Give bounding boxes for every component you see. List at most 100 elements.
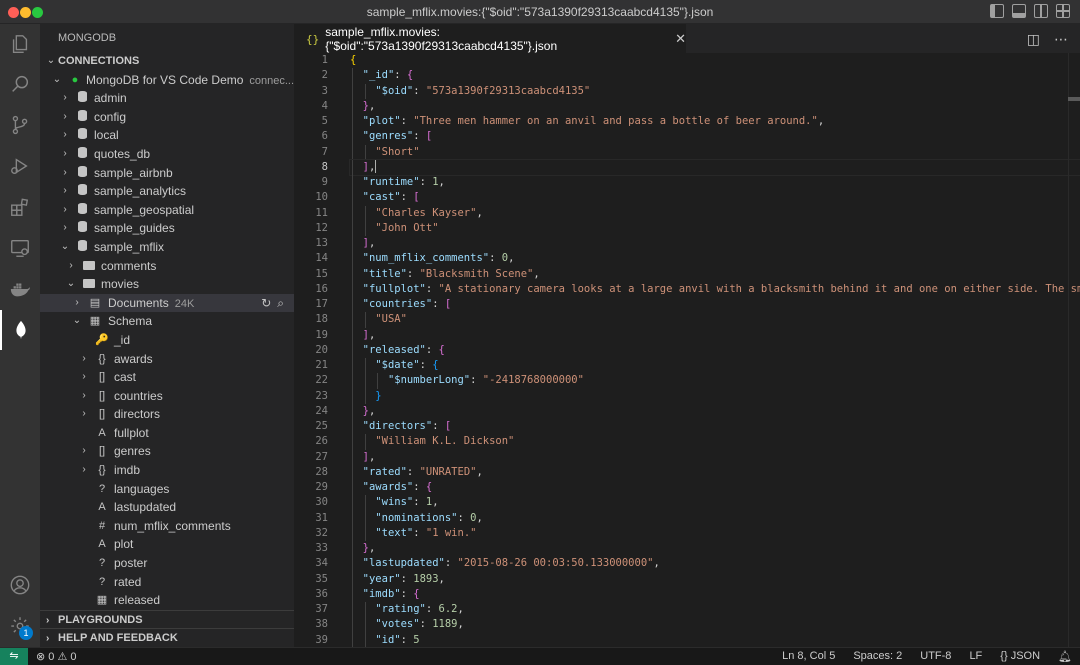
remote-indicator-icon[interactable]: ⇋ xyxy=(0,648,28,665)
code-line[interactable]: "$date": { xyxy=(350,358,1080,374)
connection-item[interactable]: ⌄ ● MongoDB for VS Code Demo connec... xyxy=(40,71,294,90)
schema-field-rated[interactable]: ? rated xyxy=(40,573,294,592)
code-line[interactable]: "plot": "Three men hammer on an anvil an… xyxy=(350,114,1080,130)
split-editor-icon[interactable]: ◫ xyxy=(1027,31,1040,48)
code-line[interactable]: ], xyxy=(350,236,1080,252)
editor-scrollbar[interactable] xyxy=(1068,53,1080,647)
schema-field-poster[interactable]: ? poster xyxy=(40,554,294,573)
toggle-panel-icon[interactable] xyxy=(1012,4,1026,18)
schema-field-directors[interactable]: › [] directors xyxy=(40,405,294,424)
more-actions-icon[interactable]: ⋯ xyxy=(1054,31,1068,48)
code-line[interactable]: }, xyxy=(350,541,1080,557)
search-documents-icon[interactable]: ⌕ xyxy=(277,294,284,313)
collection-item-movies[interactable]: ⌄ movies xyxy=(40,275,294,294)
account-icon[interactable] xyxy=(0,565,40,605)
code-line[interactable]: "title": "Blacksmith Scene", xyxy=(350,266,1080,282)
mongodb-leaf-icon[interactable] xyxy=(0,310,40,350)
code-content[interactable]: { "_id": { "$oid": "573a1390f29313caabcd… xyxy=(349,53,1080,647)
toggle-sidebar-icon[interactable] xyxy=(990,4,1004,18)
code-line[interactable]: "id": 5 xyxy=(350,632,1080,647)
database-item-admin[interactable]: › admin xyxy=(40,89,294,108)
code-line[interactable]: "released": { xyxy=(350,342,1080,358)
playgrounds-section[interactable]: › PLAYGROUNDS xyxy=(40,610,294,629)
search-icon[interactable] xyxy=(0,64,40,104)
extensions-icon[interactable] xyxy=(0,187,40,227)
toggle-secondary-sidebar-icon[interactable] xyxy=(1034,4,1048,18)
code-line[interactable]: "cast": [ xyxy=(350,190,1080,206)
code-line[interactable]: "text": "1 win." xyxy=(350,525,1080,541)
tab-document-json[interactable]: {} sample_mflix.movies:{"$oid":"573a1390… xyxy=(294,24,686,53)
code-line[interactable]: "$numberLong": "-2418768000000" xyxy=(350,373,1080,389)
code-line[interactable]: } xyxy=(350,388,1080,404)
end-of-line[interactable]: LF xyxy=(969,650,982,663)
database-item-config[interactable]: › config xyxy=(40,108,294,127)
schema-field-_id[interactable]: 🔑 _id xyxy=(40,331,294,350)
indentation[interactable]: Spaces: 2 xyxy=(853,650,902,663)
database-item-sample_guides[interactable]: › sample_guides xyxy=(40,219,294,238)
connections-header[interactable]: ⌄ CONNECTIONS xyxy=(40,52,294,71)
code-line[interactable]: "Charles Kayser", xyxy=(350,205,1080,221)
run-debug-icon[interactable] xyxy=(0,146,40,186)
code-line[interactable]: "imdb": { xyxy=(350,586,1080,602)
schema-item[interactable]: ⌄ ▦ Schema xyxy=(40,312,294,331)
code-editor[interactable]: 1 2 3 4 5 6 7 8 9 10 11 12 13 14 15 16 17 18 19 20 21 22 23 24 2… xyxy=(294,53,1080,647)
source-control-icon[interactable] xyxy=(0,105,40,145)
code-line[interactable]: { xyxy=(350,53,1080,68)
schema-field-released[interactable]: ▦ released xyxy=(40,591,294,610)
code-line[interactable]: "directors": [ xyxy=(350,419,1080,435)
help-feedback-section[interactable]: › HELP AND FEEDBACK xyxy=(40,628,294,647)
code-line[interactable]: "runtime": 1, xyxy=(350,175,1080,191)
language-mode[interactable]: {} JSON xyxy=(1000,650,1040,663)
code-line[interactable]: "wins": 1, xyxy=(350,495,1080,511)
customize-layout-icon[interactable] xyxy=(1056,4,1070,18)
refresh-icon[interactable]: ↻ xyxy=(261,294,271,313)
code-line[interactable]: "rated": "UNRATED", xyxy=(350,464,1080,480)
code-line[interactable]: "fullplot": "A stationary camera looks a… xyxy=(350,281,1080,297)
schema-field-imdb[interactable]: › {} imdb xyxy=(40,461,294,480)
notifications-bell-icon[interactable]: 🔔︎ xyxy=(1058,650,1072,663)
code-line[interactable]: "$oid": "573a1390f29313caabcd4135" xyxy=(350,83,1080,99)
code-line[interactable]: "lastupdated": "2015-08-26 00:03:50.1330… xyxy=(350,556,1080,572)
code-line[interactable]: "_id": { xyxy=(350,68,1080,84)
database-item-quotes_db[interactable]: › quotes_db xyxy=(40,145,294,164)
code-line[interactable]: "num_mflix_comments": 0, xyxy=(350,251,1080,267)
code-line[interactable]: "countries": [ xyxy=(350,297,1080,313)
code-line[interactable]: "nominations": 0, xyxy=(350,510,1080,526)
database-item-sample_airbnb[interactable]: › sample_airbnb xyxy=(40,164,294,183)
schema-field-cast[interactable]: › [] cast xyxy=(40,368,294,387)
encoding[interactable]: UTF-8 xyxy=(920,650,951,663)
documents-item[interactable]: › ▤ Documents 24K ↻ ⌕ xyxy=(40,293,294,313)
code-line[interactable]: "year": 1893, xyxy=(350,571,1080,587)
docker-icon[interactable] xyxy=(0,269,40,309)
schema-field-genres[interactable]: › [] genres xyxy=(40,442,294,461)
database-item-sample_analytics[interactable]: › sample_analytics xyxy=(40,182,294,201)
schema-field-fullplot[interactable]: Afullplot xyxy=(40,424,294,443)
settings-gear-icon[interactable]: 1 xyxy=(0,606,40,646)
code-line[interactable]: "votes": 1189, xyxy=(350,617,1080,633)
schema-field-num_mflix_comments[interactable]: # num_mflix_comments xyxy=(40,517,294,536)
cursor-position[interactable]: Ln 8, Col 5 xyxy=(782,650,835,663)
code-line[interactable]: }, xyxy=(350,98,1080,114)
code-line[interactable]: "William K.L. Dickson" xyxy=(350,434,1080,450)
schema-field-awards[interactable]: › {} awards xyxy=(40,350,294,369)
code-line[interactable]: "rating": 6.2, xyxy=(350,602,1080,618)
database-item-sample_mflix[interactable]: ⌄ sample_mflix xyxy=(40,238,294,257)
code-line[interactable]: ], xyxy=(350,449,1080,465)
schema-field-countries[interactable]: › [] countries xyxy=(40,387,294,406)
collection-item-comments[interactable]: › comments xyxy=(40,257,294,276)
database-item-local[interactable]: › local xyxy=(40,126,294,145)
code-line[interactable]: "USA" xyxy=(350,312,1080,328)
explorer-icon[interactable] xyxy=(0,24,40,64)
problems-indicator[interactable]: ⊗ 0 ⚠ 0 xyxy=(36,650,77,663)
close-tab-icon[interactable]: ✕ xyxy=(675,31,686,47)
schema-field-plot[interactable]: Aplot xyxy=(40,535,294,554)
code-line[interactable]: "awards": { xyxy=(350,480,1080,496)
code-line[interactable]: ], xyxy=(349,158,1080,177)
schema-field-languages[interactable]: ? languages xyxy=(40,480,294,499)
schema-field-lastupdated[interactable]: Alastupdated xyxy=(40,498,294,517)
code-line[interactable]: ], xyxy=(350,327,1080,343)
code-line[interactable]: "John Ott" xyxy=(350,220,1080,236)
database-item-sample_geospatial[interactable]: › sample_geospatial xyxy=(40,201,294,220)
code-line[interactable]: "Short" xyxy=(350,144,1080,160)
remote-explorer-icon[interactable] xyxy=(0,228,40,268)
